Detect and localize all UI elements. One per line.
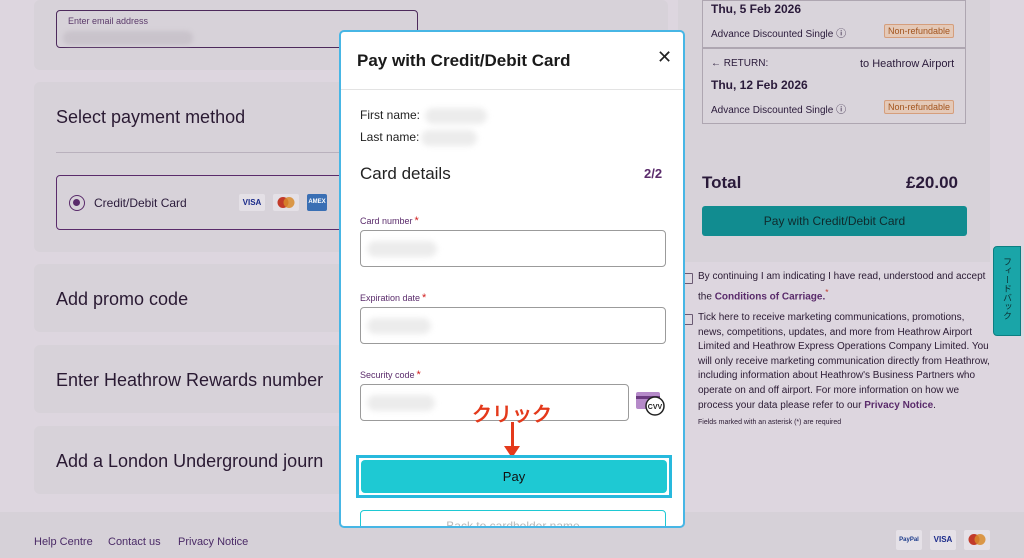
payment-method-title: Select payment method bbox=[56, 107, 246, 127]
required-mark: * bbox=[414, 215, 419, 227]
paypal-logo-icon: PayPal bbox=[896, 530, 922, 550]
promo-code-title[interactable]: Add promo code bbox=[56, 289, 188, 310]
conditions-link[interactable]: Conditions of Carriage. bbox=[715, 291, 826, 302]
terms-checkbox[interactable] bbox=[684, 273, 693, 284]
amex-logo-icon: AMEX bbox=[307, 194, 327, 211]
annotation-arrow bbox=[511, 422, 514, 448]
return-ticket-type: Advance Discounted Single ⓘ bbox=[711, 105, 847, 116]
marketing-text: Tick here to receive marketing communica… bbox=[698, 312, 990, 396]
payment-radio[interactable] bbox=[69, 195, 85, 211]
security-code-redacted bbox=[367, 395, 435, 411]
outbound-date: Thu, 5 Feb 2026 bbox=[711, 2, 802, 16]
return-date: Thu, 12 Feb 2026 bbox=[711, 78, 808, 92]
footer-visa-logo-icon: VISA bbox=[930, 530, 956, 550]
expiration-redacted bbox=[367, 318, 431, 334]
footer-mastercard-logo-icon bbox=[964, 530, 990, 550]
modal-divider bbox=[341, 89, 683, 90]
footer-link-privacy[interactable]: Privacy Notice bbox=[178, 536, 248, 548]
expiration-date-label-text: Expiration date bbox=[360, 293, 421, 303]
payment-modal: Pay with Credit/Debit Card ✕ First name:… bbox=[339, 30, 685, 528]
card-number-input[interactable] bbox=[360, 230, 666, 267]
terms-required-mark: * bbox=[825, 286, 829, 297]
cvv-card-icon: CVV bbox=[636, 392, 665, 416]
footer-link-help[interactable]: Help Centre bbox=[34, 536, 93, 548]
email-value-redacted bbox=[63, 31, 193, 45]
required-note: Fields marked with an asterisk (*) are r… bbox=[698, 419, 842, 427]
required-mark: * bbox=[416, 369, 421, 381]
return-label: ← RETURN: bbox=[711, 58, 769, 69]
last-name-label: Last name: bbox=[360, 130, 420, 144]
last-name-redacted bbox=[421, 130, 477, 146]
modal-title: Pay with Credit/Debit Card bbox=[357, 51, 571, 70]
payment-option-card[interactable]: Credit/Debit Card VISA AMEX bbox=[56, 175, 356, 230]
required-mark: * bbox=[422, 292, 427, 304]
payment-option-label: Credit/Debit Card bbox=[94, 196, 187, 210]
return-destination: to Heathrow Airport bbox=[860, 58, 955, 70]
payment-divider bbox=[56, 152, 346, 153]
privacy-link[interactable]: Privacy Notice bbox=[864, 400, 933, 411]
privacy-end: . bbox=[933, 399, 936, 411]
card-number-label: Card number * bbox=[360, 215, 419, 227]
first-name-redacted bbox=[425, 108, 487, 124]
total-label: Total bbox=[702, 173, 742, 192]
feedback-tab[interactable]: フィードバック bbox=[993, 246, 1021, 336]
rewards-title[interactable]: Enter Heathrow Rewards number bbox=[56, 370, 323, 391]
feedback-tab-label: フィードバック bbox=[1002, 257, 1012, 320]
security-code-label-text: Security code bbox=[360, 370, 415, 380]
card-number-label-text: Card number bbox=[360, 216, 413, 226]
underground-title[interactable]: Add a London Underground journ bbox=[56, 451, 323, 472]
marketing-text-block: Tick here to receive marketing communica… bbox=[698, 311, 990, 431]
step-indicator: 2/2 bbox=[644, 166, 663, 181]
expiration-date-label: Expiration date * bbox=[360, 292, 426, 304]
close-icon[interactable]: ✕ bbox=[657, 47, 672, 68]
outbound-badge: Non-refundable bbox=[884, 24, 955, 38]
cvv-icon-text: CVV bbox=[648, 404, 663, 411]
outbound-ticket-type: Advance Discounted Single ⓘ bbox=[711, 29, 847, 40]
visa-logo-icon: VISA bbox=[239, 194, 265, 211]
terms-text-block: By continuing I am indicating I have rea… bbox=[698, 270, 990, 305]
email-field-label: Enter email address bbox=[68, 16, 149, 26]
first-name-label: First name: bbox=[360, 108, 421, 122]
return-badge: Non-refundable bbox=[884, 100, 955, 114]
mastercard-logo-icon bbox=[273, 194, 299, 211]
card-number-redacted bbox=[367, 241, 437, 257]
security-code-label: Security code * bbox=[360, 369, 421, 381]
summary-pay-button[interactable]: Pay with Credit/Debit Card bbox=[702, 206, 967, 236]
footer-link-contact[interactable]: Contact us bbox=[108, 536, 161, 548]
pay-button[interactable]: Pay bbox=[361, 460, 667, 493]
total-value: £20.00 bbox=[906, 173, 958, 192]
back-button[interactable]: Back to cardholder name bbox=[360, 510, 666, 526]
card-details-title: Card details bbox=[360, 164, 451, 183]
marketing-checkbox[interactable] bbox=[684, 314, 693, 325]
expiration-date-input[interactable] bbox=[360, 307, 666, 344]
